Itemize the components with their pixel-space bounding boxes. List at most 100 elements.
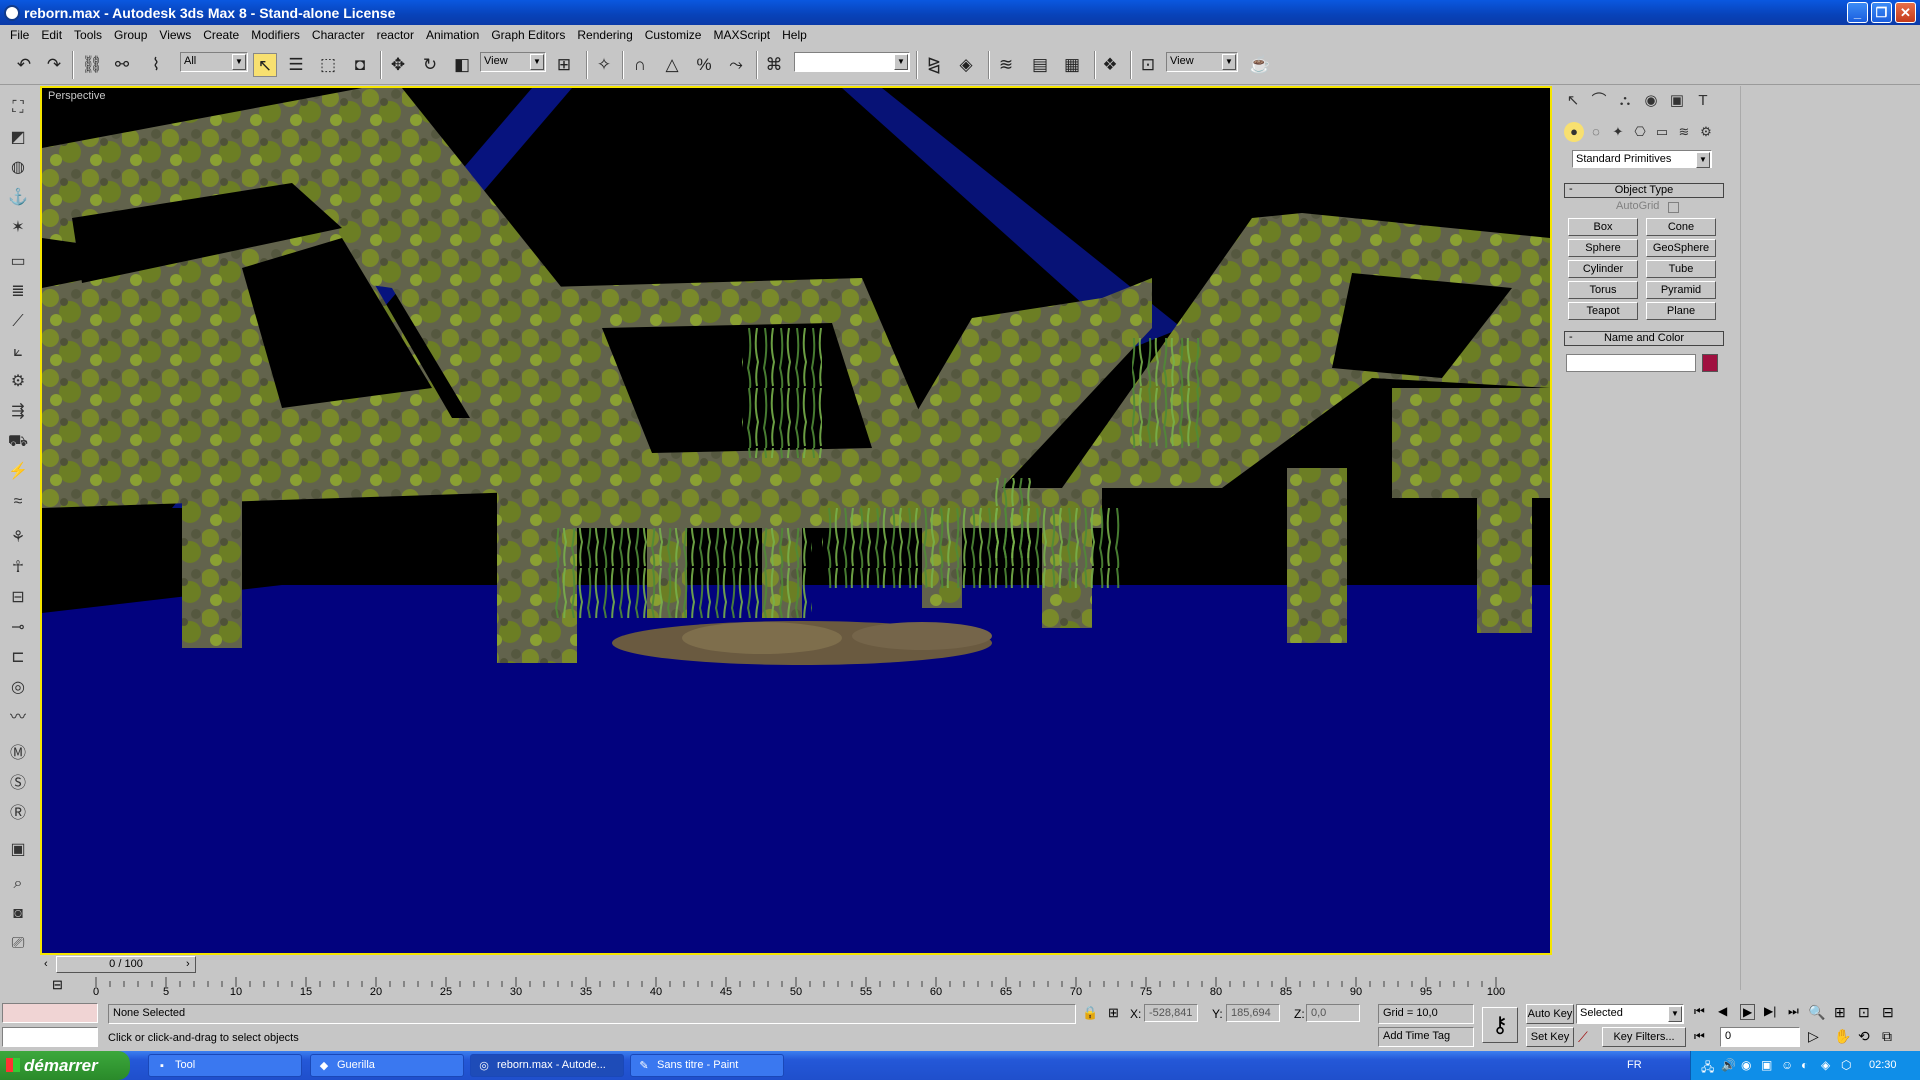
render-type-dropdown[interactable]: View ▼	[1166, 52, 1238, 72]
helpers-icon[interactable]: ▭	[1652, 122, 1672, 142]
point-to-path-constraint-icon[interactable]: 〰	[6, 706, 30, 730]
undo-icon[interactable]: ↶	[12, 53, 36, 77]
systems-icon[interactable]: ⚙	[1696, 122, 1716, 142]
geometry-icon[interactable]: ●	[1564, 122, 1584, 142]
menu-help[interactable]: Help	[776, 28, 813, 42]
menu-create[interactable]: Create	[197, 28, 245, 42]
motion-tab-icon[interactable]: ◉	[1640, 90, 1662, 112]
close-button[interactable]: ✕	[1895, 2, 1916, 23]
select-and-scale-icon[interactable]: ◧	[450, 53, 474, 77]
tray-app-icon[interactable]: ▣	[1761, 1058, 1772, 1072]
object-color-swatch[interactable]	[1702, 354, 1718, 372]
linear-dashpot-icon[interactable]: ⟋	[6, 310, 30, 334]
add-time-tag-button[interactable]: Add Time Tag	[1378, 1027, 1474, 1047]
point-to-point-constraint-icon[interactable]: ⊸	[6, 616, 30, 640]
lights-icon[interactable]: ✦	[1608, 122, 1628, 142]
zoom-icon[interactable]: 🔍	[1808, 1004, 1825, 1021]
plane-icon[interactable]: ▭	[6, 250, 30, 274]
default-in-out-tangent-icon[interactable]: ⟋	[1578, 1029, 1588, 1046]
taskbar-item-paint[interactable]: ✎ Sans titre - Paint	[630, 1054, 784, 1077]
field-of-view-icon[interactable]: ▷	[1808, 1028, 1819, 1045]
material-editor-icon[interactable]: ❖	[1098, 53, 1122, 77]
toy-car-icon[interactable]: ⛟	[6, 430, 30, 454]
messenger-icon[interactable]: ☺	[1781, 1058, 1793, 1072]
key-mode-dropdown[interactable]: Selected ▼	[1576, 1004, 1684, 1024]
auto-key-button[interactable]: Auto Key	[1526, 1004, 1574, 1024]
menu-group[interactable]: Group	[108, 28, 153, 42]
menu-animation[interactable]: Animation	[420, 28, 485, 42]
language-indicator[interactable]: FR	[1627, 1059, 1642, 1071]
bind-to-space-warp-icon[interactable]: ⌇	[144, 53, 168, 77]
current-frame-field[interactable]: 0	[1720, 1027, 1800, 1047]
display-tab-icon[interactable]: ▣	[1666, 90, 1688, 112]
key-filters-button[interactable]: Key Filters...	[1602, 1027, 1686, 1047]
rag-doll-constraint-icon[interactable]: ☥	[6, 556, 30, 580]
taskbar-item-guerilla[interactable]: ◆ Guerilla	[310, 1054, 464, 1077]
menu-rendering[interactable]: Rendering	[571, 28, 638, 42]
wind-icon[interactable]: ⇶	[6, 400, 30, 424]
cameras-icon[interactable]: ⎔	[1630, 122, 1650, 142]
percent-snap-icon[interactable]: %	[692, 53, 716, 77]
shapes-icon[interactable]: ◌	[1586, 122, 1606, 142]
constraint-solver-icon[interactable]: ⚘	[6, 526, 30, 550]
play-animation-icon[interactable]: ▶	[1740, 1004, 1756, 1020]
time-slider-left-arrow[interactable]: ‹	[44, 958, 48, 970]
time-slider[interactable]: ‹ 0 / 100 ›	[40, 955, 1552, 975]
tray-app-icon[interactable]: ◈	[1821, 1058, 1830, 1072]
go-to-start-icon[interactable]: ⏮	[1694, 1004, 1705, 1019]
curve-editor-icon[interactable]: ▤	[1028, 53, 1052, 77]
select-and-move-icon[interactable]: ✥	[386, 53, 410, 77]
category-dropdown[interactable]: Standard Primitives ▼	[1572, 150, 1712, 168]
quick-render-teapot-icon[interactable]: ☕	[1248, 53, 1272, 77]
app-icon[interactable]	[4, 4, 20, 21]
zoom-extents-all-icon[interactable]: ⊟	[1882, 1004, 1894, 1021]
deforming-mesh-collection-icon[interactable]: ✶	[6, 216, 30, 240]
start-button[interactable]: démarrer	[0, 1051, 130, 1080]
tray-app-icon[interactable]: ⬡	[1841, 1058, 1851, 1072]
arc-rotate-icon[interactable]: ⟲	[1858, 1028, 1870, 1045]
menu-character[interactable]: Character	[306, 28, 371, 42]
geosphere-button[interactable]: GeoSphere	[1646, 239, 1716, 257]
menu-graph-editors[interactable]: Graph Editors	[485, 28, 571, 42]
cone-button[interactable]: Cone	[1646, 218, 1716, 236]
water-icon[interactable]: ≈	[6, 490, 30, 514]
previous-frame-icon[interactable]: ◀	[1718, 1004, 1727, 1018]
open-property-editor-icon[interactable]: ▣	[6, 838, 30, 862]
select-and-manipulate-icon[interactable]: ✧	[592, 53, 616, 77]
layer-manager-icon[interactable]: ≋	[994, 53, 1018, 77]
viewport-label[interactable]: Perspective	[48, 90, 105, 102]
pan-view-icon[interactable]: ✋	[1834, 1028, 1851, 1045]
taskbar-item-3dsmax[interactable]: ◎ reborn.max - Autode...	[470, 1054, 624, 1077]
taskbar-item-tool[interactable]: ▪ Tool	[148, 1054, 302, 1077]
schematic-view-icon[interactable]: ▦	[1060, 53, 1084, 77]
motor-icon[interactable]: ⚙	[6, 370, 30, 394]
perspective-viewport[interactable]: Perspective	[40, 86, 1552, 955]
menu-views[interactable]: Views	[153, 28, 197, 42]
rope-collection-icon[interactable]: ⚓	[6, 186, 30, 210]
select-and-rotate-icon[interactable]: ↻	[418, 53, 442, 77]
antivirus-icon[interactable]: ◉	[1741, 1058, 1751, 1072]
create-animation-icon[interactable]: ⎚	[6, 932, 30, 956]
minimize-button[interactable]: _	[1847, 2, 1868, 23]
key-mode-toggle-icon[interactable]: ⏮	[1694, 1029, 1705, 1044]
use-pivot-center-icon[interactable]: ⊞	[552, 53, 576, 77]
render-scene-dialog-icon[interactable]: ⊡	[1136, 53, 1160, 77]
mirror-icon[interactable]: ⧎	[922, 53, 946, 77]
angle-snap-icon[interactable]: △	[660, 53, 684, 77]
menu-edit[interactable]: Edit	[35, 28, 68, 42]
tray-app-icon[interactable]: ◐	[1801, 1058, 1808, 1072]
pyramid-button[interactable]: Pyramid	[1646, 281, 1716, 299]
car-wheel-constraint-icon[interactable]: ◎	[6, 676, 30, 700]
object-type-rollout[interactable]: - Object Type	[1564, 183, 1724, 198]
reference-coordinate-dropdown[interactable]: View ▼	[480, 52, 546, 72]
menu-maxscript[interactable]: MAXScript	[707, 28, 776, 42]
cloth-modifier-icon[interactable]: Ⓜ	[6, 742, 30, 766]
cloth-collection-icon[interactable]: ◩	[6, 126, 30, 150]
preview-animation-icon[interactable]: ◙	[6, 902, 30, 926]
menu-modifiers[interactable]: Modifiers	[245, 28, 306, 42]
maximize-button[interactable]: ❐	[1871, 2, 1892, 23]
menu-customize[interactable]: Customize	[639, 28, 708, 42]
rectangular-selection-region-icon[interactable]: ⬚	[316, 53, 340, 77]
zoom-extents-icon[interactable]: ⊡	[1858, 1004, 1870, 1021]
z-coordinate-field[interactable]: 0,0	[1306, 1004, 1360, 1022]
